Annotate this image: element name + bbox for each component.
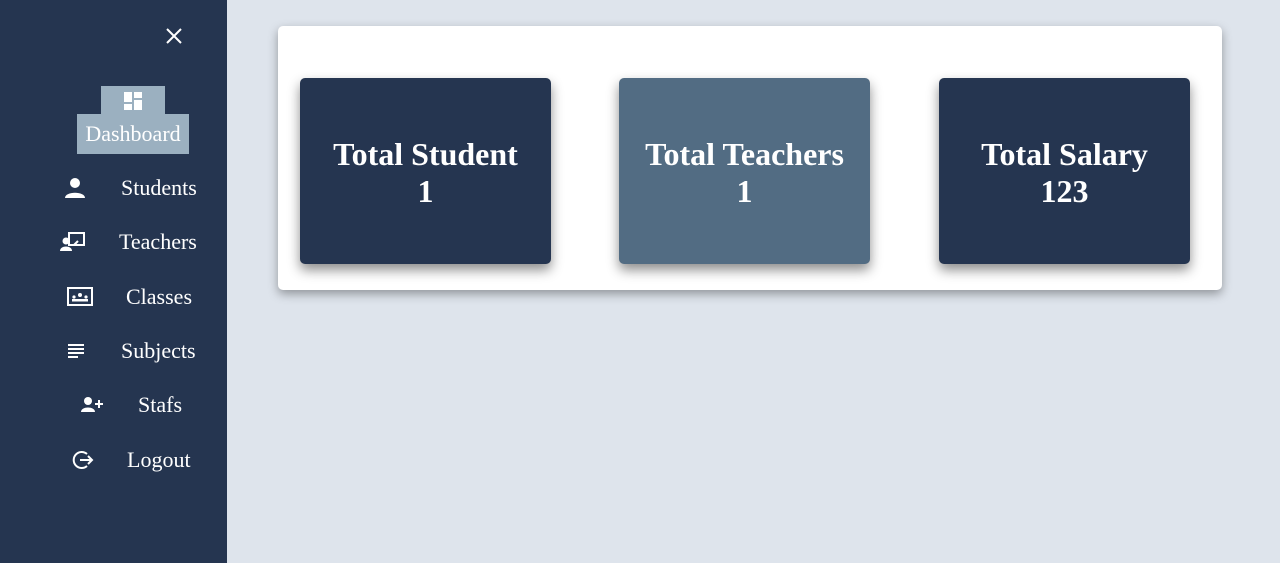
sidebar-item-classes[interactable]: Classes	[0, 277, 227, 317]
stat-card-total-salary[interactable]: Total Salary 123	[939, 78, 1190, 264]
stat-card-value: 1	[417, 173, 434, 209]
stat-card-title: Total Student	[333, 136, 518, 172]
close-icon	[166, 28, 182, 44]
stat-card-value: 123	[1040, 173, 1089, 209]
sidebar-item-subjects[interactable]: Subjects	[0, 331, 227, 371]
sidebar: Dashboard Students Teachers Classes Subj…	[0, 0, 227, 563]
class-board-icon	[67, 285, 93, 309]
dashboard-grid-icon	[124, 92, 142, 110]
sidebar-item-teachers[interactable]: Teachers	[0, 222, 227, 262]
close-sidebar-button[interactable]	[163, 25, 185, 47]
sidebar-item-label: Stafs	[138, 392, 182, 417]
sidebar-item-label: Students	[121, 175, 197, 200]
stats-panel: Total Student 1 Total Teachers 1 Total S…	[278, 26, 1222, 290]
sidebar-item-dashboard[interactable]: Dashboard	[77, 114, 189, 154]
sidebar-item-students[interactable]: Students	[0, 168, 227, 208]
sidebar-item-label: Subjects	[121, 338, 196, 363]
person-icon	[62, 176, 88, 200]
sidebar-item-logout[interactable]: Logout	[0, 440, 227, 480]
dashboard-icon-box[interactable]	[101, 86, 165, 116]
sidebar-item-label: Logout	[127, 447, 191, 472]
sidebar-item-label: Classes	[126, 284, 192, 309]
logout-icon	[69, 448, 95, 472]
stat-card-title: Total Teachers	[645, 136, 844, 172]
sidebar-item-label: Teachers	[119, 229, 197, 254]
stat-card-total-student[interactable]: Total Student 1	[300, 78, 551, 264]
sidebar-item-stafs[interactable]: Stafs	[0, 385, 227, 425]
lines-list-icon	[63, 339, 89, 363]
teacher-board-icon	[60, 230, 86, 254]
stat-card-value: 1	[736, 173, 753, 209]
stat-card-title: Total Salary	[981, 136, 1148, 172]
stat-card-total-teachers[interactable]: Total Teachers 1	[619, 78, 870, 264]
person-add-icon	[79, 393, 105, 417]
